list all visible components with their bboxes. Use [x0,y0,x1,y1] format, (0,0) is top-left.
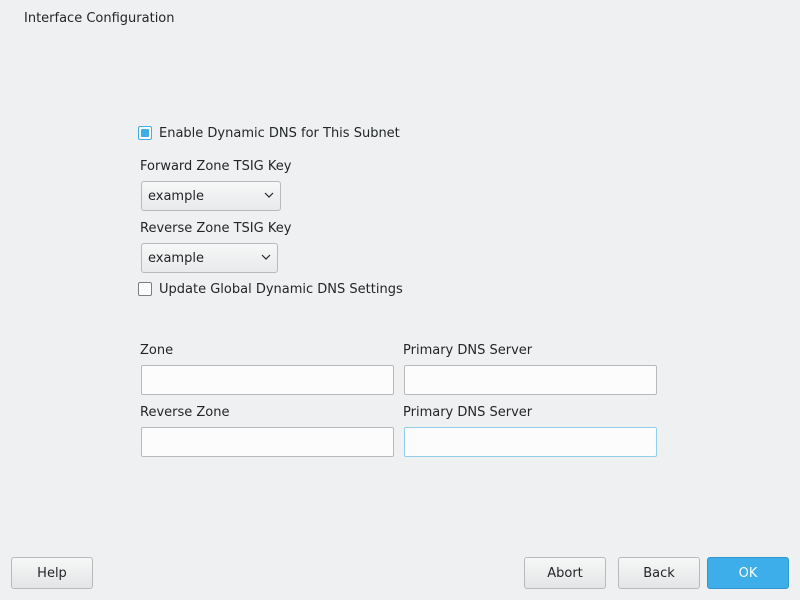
ok-button[interactable]: OK [707,557,789,589]
abort-button[interactable]: Abort [524,557,606,589]
reverse-key-label: Reverse Zone TSIG Key [140,221,292,236]
update-global-checkbox[interactable] [138,282,152,296]
forward-key-combo[interactable]: example [141,181,281,211]
window-title: Interface Configuration [24,11,175,26]
reverse-primary-label: Primary DNS Server [403,405,533,420]
forward-key-value: example [148,188,204,204]
enable-ddns-checkbox[interactable] [138,126,152,140]
reverse-zone-label: Reverse Zone [140,405,230,420]
chevron-down-icon [264,192,274,198]
enable-ddns-checkbox-row[interactable]: Enable Dynamic DNS for This Subnet [138,124,400,142]
zone-input[interactable] [141,365,394,395]
update-global-label: Update Global Dynamic DNS Settings [159,281,403,297]
zone-label: Zone [140,343,174,358]
chevron-down-icon [261,254,271,260]
reverse-key-combo[interactable]: example [141,243,278,273]
zone-primary-label: Primary DNS Server [403,343,533,358]
enable-ddns-label: Enable Dynamic DNS for This Subnet [159,125,400,141]
update-global-checkbox-row[interactable]: Update Global Dynamic DNS Settings [138,280,403,298]
reverse-key-value: example [148,250,204,266]
help-button[interactable]: Help [11,557,93,589]
zone-primary-input[interactable] [404,365,657,395]
reverse-zone-input[interactable] [141,427,394,457]
reverse-primary-input[interactable] [404,427,657,457]
forward-key-label: Forward Zone TSIG Key [140,159,292,174]
back-button[interactable]: Back [618,557,700,589]
